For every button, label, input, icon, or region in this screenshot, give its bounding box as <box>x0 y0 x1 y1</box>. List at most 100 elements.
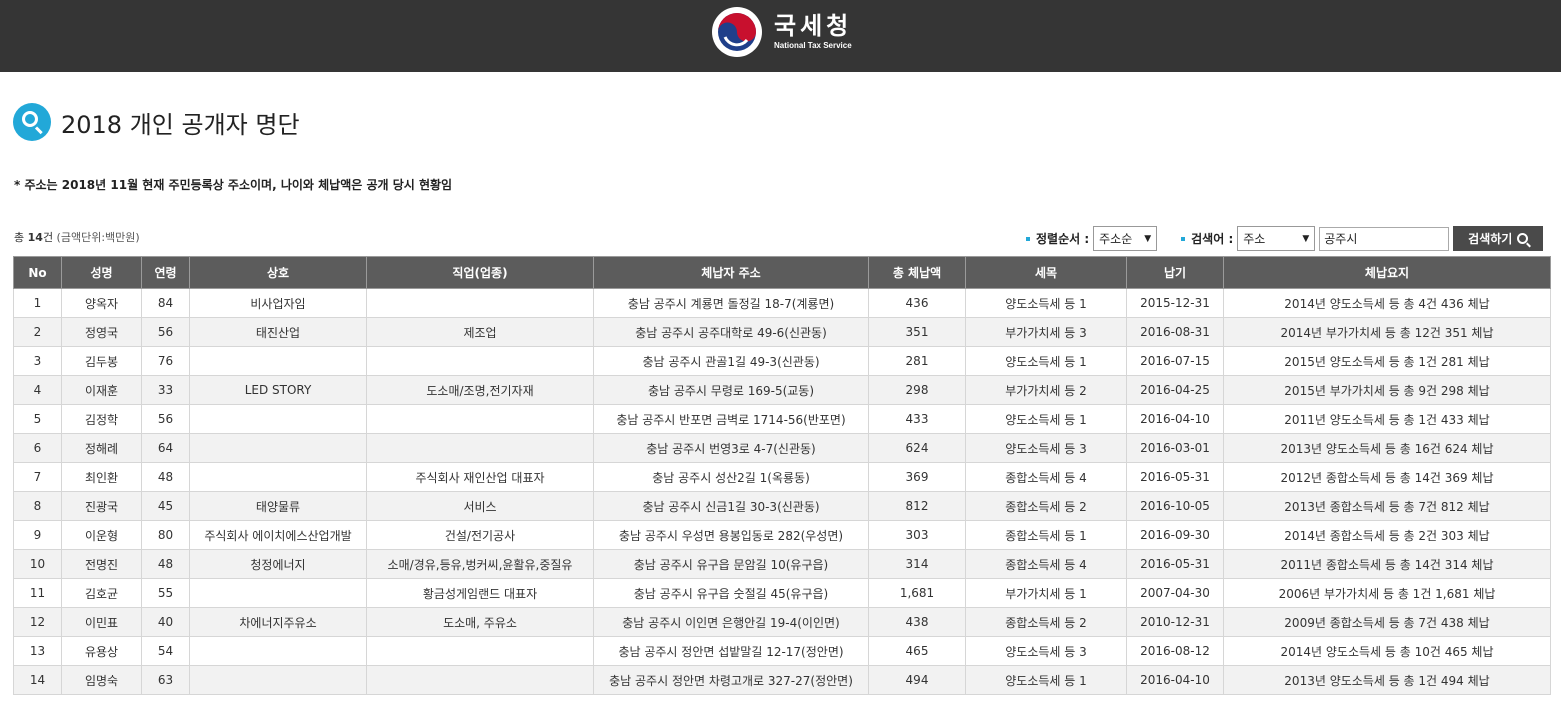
cell-tax-type: 양도소득세 등 1 <box>965 665 1127 695</box>
cell-tax-type: 양도소득세 등 3 <box>965 636 1127 666</box>
table-row: 8 진광국 45 태양물류 서비스 충남 공주시 신금1길 30-3(신관동) 812 종합소… <box>13 491 1551 521</box>
cell-address: 충남 공주시 반포면 금벽로 1714-56(반포면) <box>593 404 869 434</box>
delinquent-taxpayer-table: No 성명 연령 상호 직업(업종) 체납자 주소 총 체납액 세목 납기 체납요지 1 양옥자 84… <box>13 256 1551 695</box>
cell-total-arrears: 281 <box>868 346 966 376</box>
sort-order-value: 주소순 <box>1099 232 1133 246</box>
cell-address: 충남 공주시 이인면 은행안길 19-4(이인면) <box>593 607 869 637</box>
cell-total-arrears: 314 <box>868 549 966 579</box>
cell-occupation: 서비스 <box>366 491 594 521</box>
cell-due-date: 2016-05-31 <box>1126 462 1224 492</box>
result-summary: 총 14건 (금액단위:백만원) <box>14 229 140 245</box>
page-title-row: 2018 개인 공개자 명단 <box>13 103 300 141</box>
search-field-select[interactable]: 주소 ▼ <box>1237 226 1316 251</box>
search-button[interactable]: 검색하기 <box>1453 226 1544 251</box>
cell-occupation: 건설/전기공사 <box>366 520 594 550</box>
cell-occupation <box>366 404 594 434</box>
cell-total-arrears: 624 <box>868 433 966 463</box>
cell-age: 80 <box>141 520 190 550</box>
logo-korean-text: 국세청 <box>774 12 853 40</box>
cell-due-date: 2016-08-12 <box>1126 636 1224 666</box>
cell-tax-type: 종합소득세 등 4 <box>965 549 1127 579</box>
cell-address: 충남 공주시 계룡면 돌정길 18-7(계룡면) <box>593 288 869 318</box>
cell-due-date: 2016-09-30 <box>1126 520 1224 550</box>
table-header-col-arrears-summary: 체납요지 <box>1223 256 1551 289</box>
cell-no: 9 <box>13 520 62 550</box>
cell-arrears-summary: 2012년 종합소득세 등 총 14건 369 체납 <box>1223 462 1551 492</box>
table-header-row: No 성명 연령 상호 직업(업종) 체납자 주소 총 체납액 세목 납기 체납요지 <box>13 256 1551 289</box>
cell-name: 이운형 <box>61 520 142 550</box>
cell-due-date: 2016-04-10 <box>1126 665 1224 695</box>
cell-due-date: 2016-08-31 <box>1126 317 1224 347</box>
cell-business-name <box>189 433 367 463</box>
cell-due-date: 2016-10-05 <box>1126 491 1224 521</box>
table-row: 6 정해례 64 충남 공주시 번영3로 4-7(신관동) 624 양도소득세 등 3 20… <box>13 433 1551 463</box>
cell-arrears-summary: 2015년 양도소득세 등 총 1건 281 체납 <box>1223 346 1551 376</box>
cell-name: 김호균 <box>61 578 142 608</box>
cell-tax-type: 부가가치세 등 1 <box>965 578 1127 608</box>
cell-address: 충남 공주시 정안면 섭밭말길 12-17(정안면) <box>593 636 869 666</box>
cell-business-name <box>189 346 367 376</box>
cell-age: 45 <box>141 491 190 521</box>
cell-occupation <box>366 636 594 666</box>
cell-age: 63 <box>141 665 190 695</box>
cell-total-arrears: 303 <box>868 520 966 550</box>
cell-age: 64 <box>141 433 190 463</box>
cell-business-name: 청정에너지 <box>189 549 367 579</box>
cell-address: 충남 공주시 유구읍 숫절길 45(유구읍) <box>593 578 869 608</box>
cell-age: 33 <box>141 375 190 405</box>
cell-total-arrears: 1,681 <box>868 578 966 608</box>
cell-business-name: 비사업자임 <box>189 288 367 318</box>
cell-address: 충남 공주시 성산2길 1(옥룡동) <box>593 462 869 492</box>
page-title: 2018 개인 공개자 명단 <box>61 110 300 139</box>
cell-total-arrears: 298 <box>868 375 966 405</box>
cell-occupation: 제조업 <box>366 317 594 347</box>
cell-age: 56 <box>141 404 190 434</box>
cell-arrears-summary: 2014년 양도소득세 등 총 4건 436 체납 <box>1223 288 1551 318</box>
top-header-bar: 국세청 National Tax Service <box>0 0 1561 72</box>
table-header-col-due-date: 납기 <box>1126 256 1224 289</box>
cell-due-date: 2016-07-15 <box>1126 346 1224 376</box>
cell-tax-type: 종합소득세 등 4 <box>965 462 1127 492</box>
cell-no: 10 <box>13 549 62 579</box>
cell-business-name <box>189 578 367 608</box>
cell-name: 양옥자 <box>61 288 142 318</box>
table-header-col-occupation: 직업(업종) <box>366 256 594 289</box>
cell-name: 김정학 <box>61 404 142 434</box>
logo-english-text: National Tax Service <box>774 41 852 50</box>
cell-address: 충남 공주시 공주대학로 49-6(신관동) <box>593 317 869 347</box>
cell-name: 진광국 <box>61 491 142 521</box>
cell-tax-type: 양도소득세 등 1 <box>965 346 1127 376</box>
table-header-col-name: 성명 <box>61 256 142 289</box>
table-row: 4 이재훈 33 LED STORY 도소매/조명,전기자재 충남 공주시 무령로 169… <box>13 375 1551 405</box>
search-input[interactable] <box>1319 226 1450 251</box>
cell-occupation: 도소매, 주유소 <box>366 607 594 637</box>
cell-occupation <box>366 433 594 463</box>
result-count: 14 <box>27 231 43 244</box>
cell-no: 4 <box>13 375 62 405</box>
cell-business-name: 주식회사 에이치에스산업개발 <box>189 520 367 550</box>
sort-order-select[interactable]: 주소순 ▼ <box>1093 226 1158 251</box>
cell-name: 정영국 <box>61 317 142 347</box>
cell-arrears-summary: 2013년 종합소득세 등 총 7건 812 체납 <box>1223 491 1551 521</box>
cell-name: 김두봉 <box>61 346 142 376</box>
search-keyword-label: 검색어 : <box>1181 230 1233 247</box>
chevron-down-icon: ▼ <box>1302 233 1310 244</box>
cell-name: 임명숙 <box>61 665 142 695</box>
cell-tax-type: 종합소득세 등 2 <box>965 491 1127 521</box>
table-row: 1 양옥자 84 비사업자임 충남 공주시 계룡면 돌정길 18-7(계룡면) 436 양도… <box>13 288 1551 318</box>
cell-arrears-summary: 2013년 양도소득세 등 총 16건 624 체납 <box>1223 433 1551 463</box>
cell-due-date: 2016-05-31 <box>1126 549 1224 579</box>
cell-occupation: 도소매/조명,전기자재 <box>366 375 594 405</box>
cell-arrears-summary: 2009년 종합소득세 등 총 7건 438 체납 <box>1223 607 1551 637</box>
nts-logo[interactable]: 국세청 National Tax Service <box>712 6 852 58</box>
cell-business-name <box>189 636 367 666</box>
cell-total-arrears: 465 <box>868 636 966 666</box>
cell-tax-type: 양도소득세 등 1 <box>965 288 1127 318</box>
cell-business-name <box>189 462 367 492</box>
cell-name: 전명진 <box>61 549 142 579</box>
cell-age: 56 <box>141 317 190 347</box>
cell-due-date: 2007-04-30 <box>1126 578 1224 608</box>
cell-due-date: 2016-04-25 <box>1126 375 1224 405</box>
cell-tax-type: 양도소득세 등 3 <box>965 433 1127 463</box>
cell-total-arrears: 812 <box>868 491 966 521</box>
